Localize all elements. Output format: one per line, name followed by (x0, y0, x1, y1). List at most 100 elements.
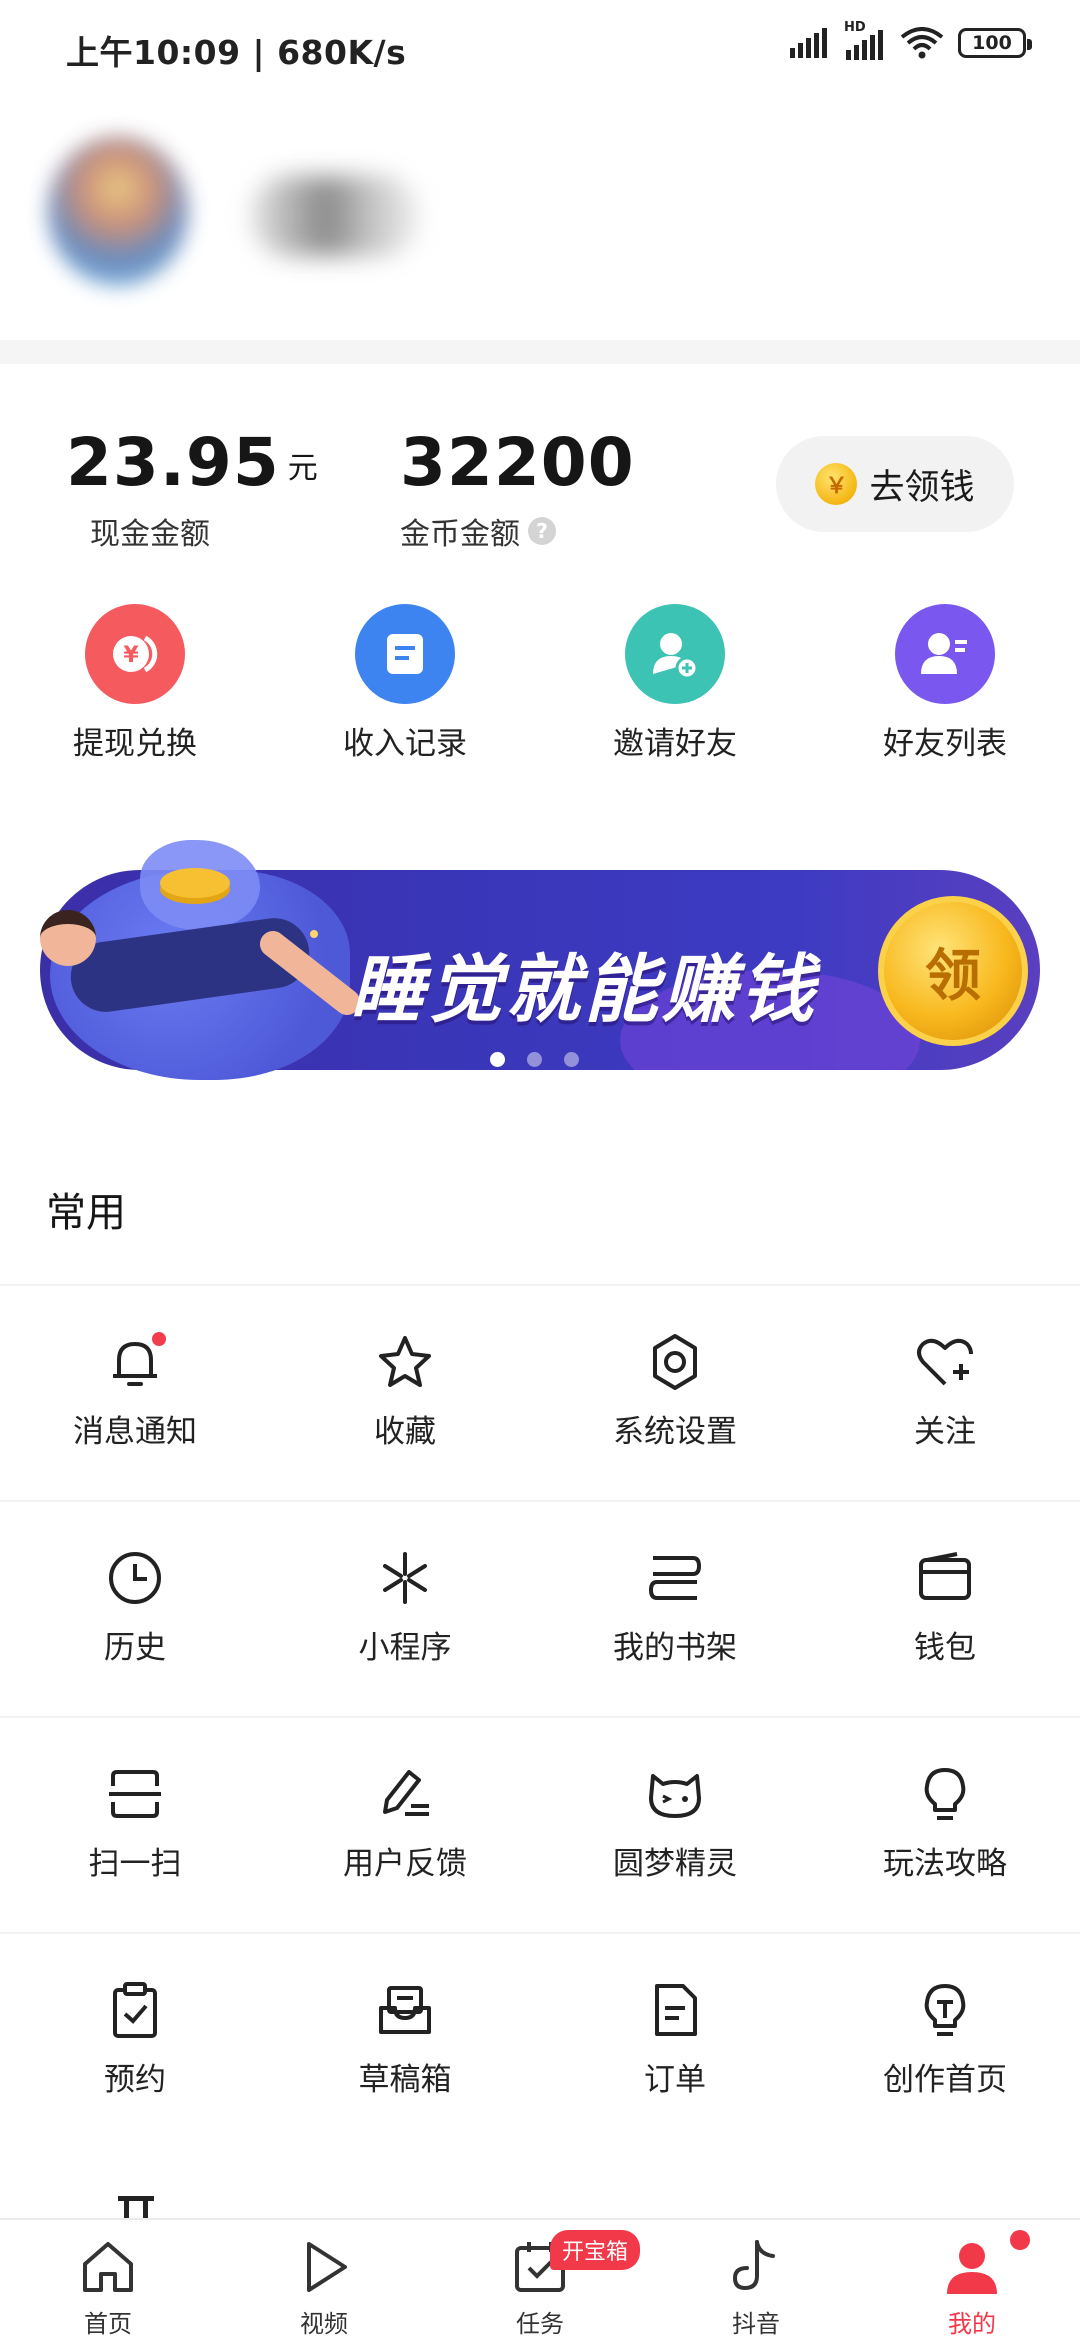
carousel-indicator (490, 1052, 579, 1067)
status-bar: 上午10:09 | 680K/s HD 100 (0, 0, 1080, 96)
gear-icon (653, 1334, 697, 1390)
nav-label: 我的 (948, 2310, 996, 2338)
status-time: 上午10:09 | 680K/s (66, 33, 407, 72)
cash-unit: 元 (287, 451, 318, 486)
draft-box-icon (379, 1986, 431, 2034)
tool-wallet[interactable]: 钱包 (810, 1502, 1080, 1716)
nickname-blurred[interactable] (250, 176, 420, 256)
cash-balance[interactable]: 23.95 元 现金金额 (66, 424, 318, 553)
home-icon (83, 2242, 133, 2292)
nav-label: 任务 (516, 2310, 564, 2338)
hd-signal-icon: HD (844, 20, 886, 60)
nav-video[interactable]: 视频 (216, 2220, 432, 2340)
play-icon (307, 2242, 347, 2292)
quick-action-label: 收入记录 (343, 726, 467, 762)
douyin-icon (732, 2240, 775, 2291)
section-title: 常用 (46, 1190, 126, 1236)
nav-tasks[interactable]: 开宝箱 任务 (432, 2220, 648, 2340)
coin-value: 32200 (400, 424, 635, 501)
quick-action-friends[interactable]: 好友列表 (810, 604, 1080, 784)
battery-level: 100 (972, 32, 1012, 54)
nav-label: 抖音 (732, 2310, 780, 2338)
profile-header[interactable] (0, 96, 1080, 340)
treasure-box-badge: 开宝箱 (550, 2230, 641, 2270)
sparkle-decoration (310, 930, 318, 938)
tool-drafts[interactable]: 草稿箱 (270, 1934, 540, 2148)
sleeper-head-illustration (40, 910, 96, 966)
tool-history[interactable]: 历史 (0, 1502, 270, 1716)
star-icon (379, 1336, 431, 1387)
help-icon[interactable]: ? (528, 517, 556, 545)
tool-reservation[interactable]: 预约 (0, 1934, 270, 2148)
tool-feedback[interactable]: 用户反馈 (270, 1718, 540, 1932)
claim-coin-label: 领 (925, 943, 981, 1009)
record-icon (355, 604, 455, 704)
clock-icon (109, 1552, 161, 1604)
tool-mini-programs[interactable]: 小程序 (270, 1502, 540, 1716)
tool-dream-genie[interactable]: 圆梦精灵 (540, 1718, 810, 1932)
tool-follow[interactable]: 关注 (810, 1286, 1080, 1500)
tool-label: 玩法攻略 (883, 1846, 1007, 1882)
friend-list-icon (895, 604, 995, 704)
quick-action-income[interactable]: 收入记录 (270, 604, 540, 784)
grid-row: 扫一扫 用户反馈 圆梦精灵 玩法攻略 (0, 1716, 1080, 1932)
clipboard-check-icon (113, 1982, 157, 2038)
order-doc-icon (655, 1984, 697, 2036)
lightbulb-icon (924, 1768, 966, 1820)
quick-action-label: 好友列表 (883, 726, 1007, 762)
claim-coin-icon[interactable]: 领 (878, 896, 1028, 1046)
cellular-signal-icon (790, 28, 827, 58)
quick-action-withdraw[interactable]: ¥ 提现兑换 (0, 604, 270, 784)
tool-creator-home[interactable]: 创作首页 (810, 1934, 1080, 2148)
carousel-dot[interactable] (564, 1052, 579, 1067)
wifi-icon (900, 27, 944, 59)
tool-guide[interactable]: 玩法攻略 (810, 1718, 1080, 1932)
tool-favorites[interactable]: 收藏 (270, 1286, 540, 1500)
grid-row: 预约 草稿箱 订单 创作首页 (0, 1932, 1080, 2148)
nav-home[interactable]: 首页 (0, 2220, 216, 2340)
tool-scan[interactable]: 扫一扫 (0, 1718, 270, 1932)
tool-label: 订单 (644, 2062, 706, 2098)
carousel-dot[interactable] (490, 1052, 505, 1067)
tool-label: 草稿箱 (358, 2062, 452, 2098)
coin-balance[interactable]: 32200 金币金额? (400, 424, 635, 553)
tool-label: 圆梦精灵 (613, 1846, 737, 1882)
cash-value: 23.95 (66, 424, 280, 501)
quick-action-invite[interactable]: 邀请好友 (540, 604, 810, 784)
creator-bulb-icon (924, 1984, 966, 2036)
cash-label: 现金金额 (90, 517, 210, 552)
tool-label: 创作首页 (883, 2062, 1007, 2098)
person-icon (947, 2243, 997, 2294)
grid-row: 历史 小程序 我的书架 钱包 (0, 1500, 1080, 1716)
nav-label: 首页 (84, 2310, 132, 2338)
common-tools-grid: 消息通知 收藏 系统设置 关注 历史 小程序 我的书架 钱包 扫一扫 用户反馈 … (0, 1284, 1080, 2148)
tool-label: 我的书架 (613, 1630, 737, 1666)
promo-banner[interactable]: 睡觉就能赚钱 领 (30, 830, 1050, 1090)
tool-bookshelf[interactable]: 我的书架 (540, 1502, 810, 1716)
tool-label: 预约 (104, 2062, 166, 2098)
quick-action-label: 邀请好友 (613, 726, 737, 762)
tool-label: 关注 (914, 1414, 976, 1450)
nav-douyin[interactable]: 抖音 (648, 2220, 864, 2340)
nav-me[interactable]: 我的 (864, 2220, 1080, 2340)
banner-title: 睡觉就能赚钱 (350, 947, 818, 1033)
tool-settings[interactable]: 系统设置 (540, 1286, 810, 1500)
carousel-dot[interactable] (527, 1052, 542, 1067)
quick-actions: ¥ 提现兑换 收入记录 邀请好友 好友列表 (0, 604, 1080, 784)
coin-label: 金币金额 (400, 517, 520, 552)
coin-icon: ￥ (815, 463, 858, 505)
tool-label: 小程序 (358, 1630, 452, 1666)
grid-row: 消息通知 收藏 系统设置 关注 (0, 1284, 1080, 1500)
tool-label: 用户反馈 (343, 1846, 467, 1882)
avatar[interactable] (48, 136, 188, 286)
scan-icon (109, 1770, 161, 1818)
tool-notifications[interactable]: 消息通知 (0, 1286, 270, 1500)
yuan-coin-icon: ¥ (85, 604, 185, 704)
tool-label: 系统设置 (613, 1414, 737, 1450)
balance-panel: 23.95 元 现金金额 32200 金币金额? ￥ 去领钱 (0, 364, 1080, 564)
tool-orders[interactable]: 订单 (540, 1934, 810, 2148)
section-divider (0, 340, 1080, 364)
claim-money-button[interactable]: ￥ 去领钱 (776, 436, 1014, 532)
claim-money-label: 去领钱 (869, 467, 975, 508)
add-friend-icon (625, 604, 725, 704)
